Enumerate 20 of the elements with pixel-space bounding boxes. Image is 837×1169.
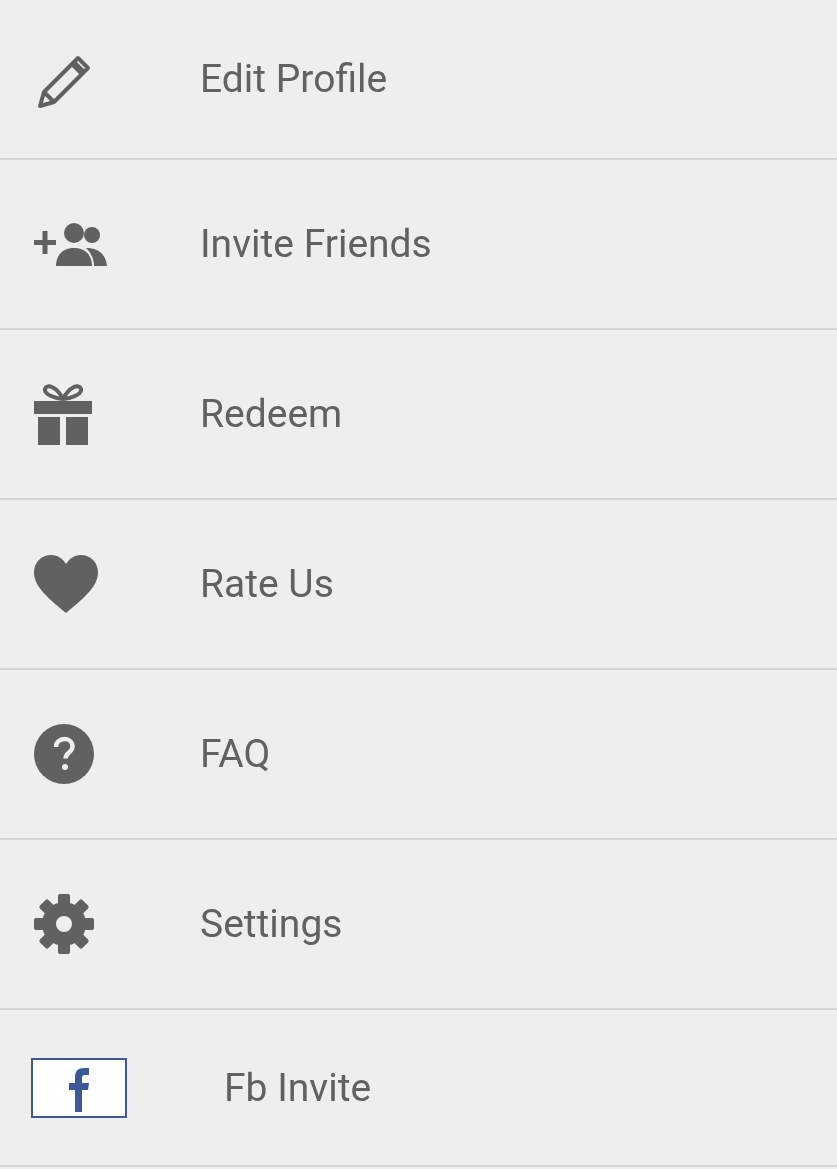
add-people-icon bbox=[34, 222, 108, 266]
menu-item[interactable]: Redeem bbox=[0, 330, 837, 500]
menu-item[interactable]: Invite Friends bbox=[0, 160, 837, 330]
menu-label: Edit Profile bbox=[200, 56, 388, 102]
menu-item[interactable]: Settings bbox=[0, 840, 837, 1010]
menu-label: Rate Us bbox=[200, 561, 334, 607]
settings-icon bbox=[34, 894, 94, 954]
heart-icon bbox=[34, 555, 98, 613]
menu-item[interactable]: FAQ bbox=[0, 670, 837, 840]
menu-label: Fb Invite bbox=[224, 1064, 372, 1111]
help-icon bbox=[34, 724, 94, 784]
menu-item[interactable]: Fb Invite bbox=[0, 1010, 837, 1167]
menu-label: Redeem bbox=[200, 391, 343, 437]
menu-label: Settings bbox=[200, 901, 343, 947]
menu-label: FAQ bbox=[200, 731, 271, 777]
facebook-icon bbox=[31, 1057, 127, 1118]
gift-icon bbox=[34, 383, 92, 445]
menu-item[interactable]: Rate Us bbox=[0, 500, 837, 670]
menu-label: Invite Friends bbox=[200, 221, 432, 267]
menu-item[interactable]: Edit Profile bbox=[0, 0, 837, 160]
